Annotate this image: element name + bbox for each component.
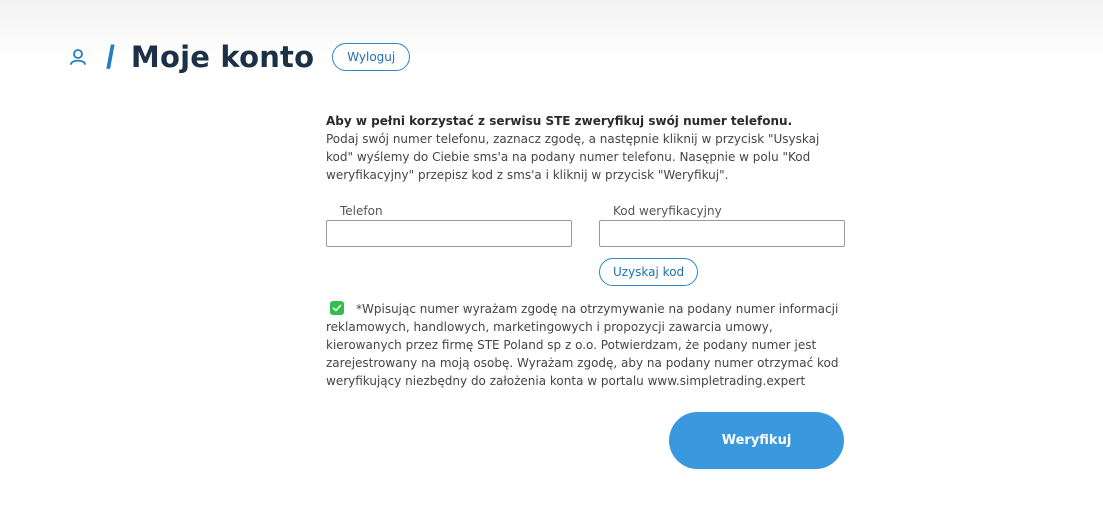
- breadcrumb-separator: /: [106, 38, 115, 75]
- user-icon[interactable]: [68, 47, 88, 67]
- page-title: Moje konto: [130, 40, 315, 74]
- phone-label: Telefon: [340, 204, 383, 218]
- logout-button[interactable]: Wyloguj: [332, 43, 411, 71]
- page-header: / Moje konto Wyloguj: [68, 37, 411, 77]
- consent-checkbox[interactable]: [330, 301, 344, 315]
- check-icon: [332, 304, 342, 312]
- consent-text: *Wpisując numer wyrażam zgodę na otrzymy…: [326, 302, 839, 388]
- phone-input[interactable]: [326, 220, 572, 247]
- verification-form: Telefon Kod weryfikacyjny Uzyskaj kod: [326, 202, 846, 292]
- verify-button[interactable]: Weryfikuj: [669, 412, 844, 469]
- intro-text: Podaj swój numer telefonu, zaznacz zgodę…: [326, 132, 820, 182]
- verification-panel: Aby w pełni korzystać z serwisu STE zwer…: [326, 110, 846, 469]
- code-label: Kod weryfikacyjny: [613, 204, 722, 218]
- code-field-group: Kod weryfikacyjny: [599, 202, 845, 247]
- verification-code-input[interactable]: [599, 220, 845, 247]
- intro-heading: Aby w pełni korzystać z serwisu STE zwer…: [326, 114, 793, 128]
- get-code-button[interactable]: Uzyskaj kod: [599, 258, 699, 286]
- consent-block: *Wpisując numer wyrażam zgodę na otrzymy…: [326, 300, 846, 390]
- phone-field-group: Telefon: [326, 202, 572, 247]
